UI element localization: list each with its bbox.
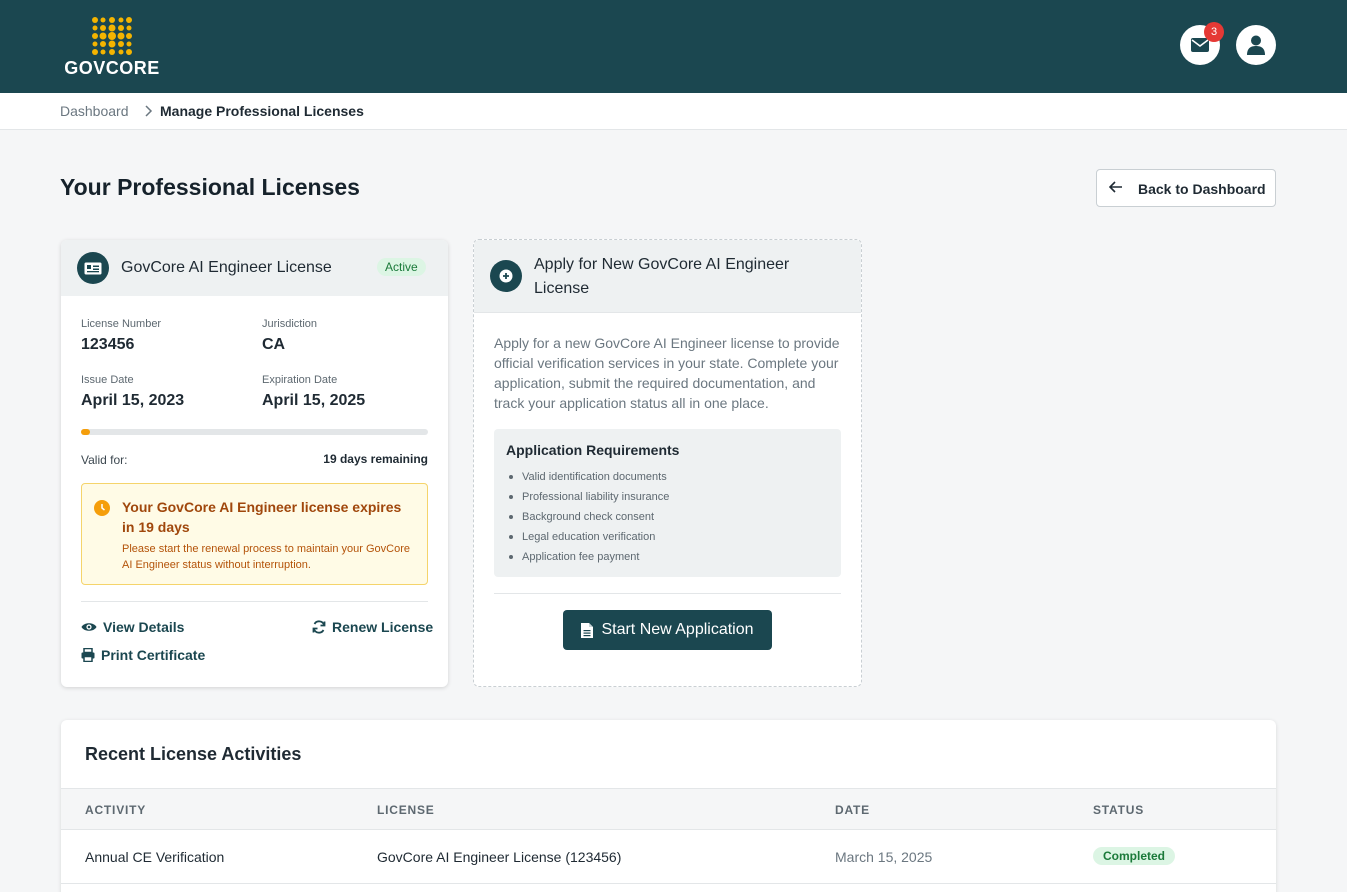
apply-description: Apply for a new GovCore AI Engineer lice…	[494, 335, 840, 411]
clock-icon	[94, 500, 110, 516]
card-divider	[81, 601, 428, 602]
cell-activity: Annual CE Verification	[85, 849, 225, 865]
activities-title: Recent License Activities	[85, 744, 302, 764]
refresh-icon	[312, 620, 326, 634]
expiration-date-value: April 15, 2025	[262, 392, 366, 409]
warning-text: Please start the renewal process to main…	[122, 543, 410, 571]
requirement-item: Legal education verification	[506, 529, 669, 549]
apply-card-header: Apply for New GovCore AI Engineer Licens…	[474, 240, 861, 313]
breadcrumb-dashboard-link[interactable]: Dashboard	[60, 103, 129, 119]
apply-title: Apply for New GovCore AI Engineer Licens…	[534, 256, 790, 297]
printer-icon	[81, 648, 95, 662]
expiration-date-label: Expiration Date	[262, 374, 338, 386]
status-badge: Active	[377, 258, 426, 276]
page-title: Your Professional Licenses	[60, 174, 360, 200]
issue-date-value: April 15, 2023	[81, 392, 185, 409]
messages-button[interactable]: 3	[1180, 22, 1224, 65]
warning-title: Your GovCore AI Engineer license expires…	[122, 499, 402, 535]
print-certificate-label: Print Certificate	[101, 647, 206, 663]
mail-icon	[1191, 38, 1209, 52]
id-card-icon	[77, 252, 109, 284]
start-application-label: Start New Application	[601, 621, 754, 638]
back-button-label: Back to Dashboard	[1138, 181, 1266, 197]
notification-badge: 3	[1204, 22, 1224, 42]
requirements-title: Application Requirements	[506, 442, 680, 458]
eye-icon	[81, 623, 97, 631]
license-title: GovCore AI Engineer License	[121, 259, 332, 276]
column-header-date: DATE	[835, 803, 870, 817]
requirement-item: Application fee payment	[506, 549, 669, 569]
logo-text: GOVCORE	[64, 58, 160, 78]
apply-divider	[494, 593, 841, 594]
column-header-activity: ACTIVITY	[85, 803, 147, 817]
requirement-item: Professional liability insurance	[506, 489, 669, 509]
expiry-warning: Your GovCore AI Engineer license expires…	[81, 483, 428, 585]
license-number-value: 123456	[81, 336, 135, 353]
jurisdiction-value: CA	[262, 336, 286, 353]
breadcrumb: Dashboard Manage Professional Licenses	[0, 93, 1347, 130]
license-card: GovCore AI Engineer License Active Licen…	[61, 240, 448, 687]
print-certificate-link[interactable]: Print Certificate	[81, 647, 205, 663]
start-new-application-button[interactable]: Start New Application	[563, 610, 772, 650]
top-header: GOVCORE 3	[0, 0, 1347, 93]
arrow-left-icon	[1109, 181, 1122, 193]
validity-progress-fill	[81, 429, 91, 435]
requirement-item: Valid identification documents	[506, 469, 669, 489]
cell-license: GovCore AI Engineer License (123456)	[377, 849, 622, 865]
document-icon	[581, 622, 594, 638]
govcore-logo[interactable]: GOVCORE	[62, 14, 162, 78]
breadcrumb-current: Manage Professional Licenses	[160, 103, 364, 119]
renew-license-link[interactable]: Renew License	[312, 619, 433, 635]
apply-card: Apply for New GovCore AI Engineer Licens…	[473, 239, 862, 687]
requirements-box: Application Requirements Valid identific…	[494, 429, 841, 577]
table-row[interactable]: Annual CE Verification GovCore AI Engine…	[61, 830, 1276, 884]
requirement-item: Background check consent	[506, 509, 669, 529]
view-details-link[interactable]: View Details	[81, 619, 184, 635]
valid-for-value: 19 days remaining	[323, 452, 428, 466]
view-details-label: View Details	[103, 619, 185, 635]
license-number-label: License Number	[81, 318, 162, 330]
back-to-dashboard-button[interactable]: Back to Dashboard	[1096, 169, 1276, 207]
column-header-license: LICENSE	[377, 803, 435, 817]
valid-for-label: Valid for:	[81, 453, 128, 467]
chevron-right-icon	[145, 105, 153, 117]
user-menu-button[interactable]	[1236, 25, 1276, 65]
recent-activities-card: Recent License Activities ACTIVITY LICEN…	[61, 720, 1276, 892]
column-header-status: STATUS	[1093, 803, 1145, 817]
renew-license-label: Renew License	[332, 619, 434, 635]
cell-date: March 15, 2025	[835, 849, 933, 865]
jurisdiction-label: Jurisdiction	[262, 318, 318, 330]
logo-dots-icon	[92, 17, 132, 55]
issue-date-label: Issue Date	[81, 374, 134, 386]
user-icon	[1247, 35, 1265, 55]
status-badge: Completed	[1093, 847, 1176, 865]
requirements-list: Valid identification documents Professio…	[506, 469, 669, 569]
validity-progress-bar	[81, 429, 428, 435]
table-header: ACTIVITY LICENSE DATE STATUS	[61, 788, 1276, 830]
license-card-header: GovCore AI Engineer License Active	[61, 240, 448, 296]
plus-circle-icon	[490, 260, 522, 292]
